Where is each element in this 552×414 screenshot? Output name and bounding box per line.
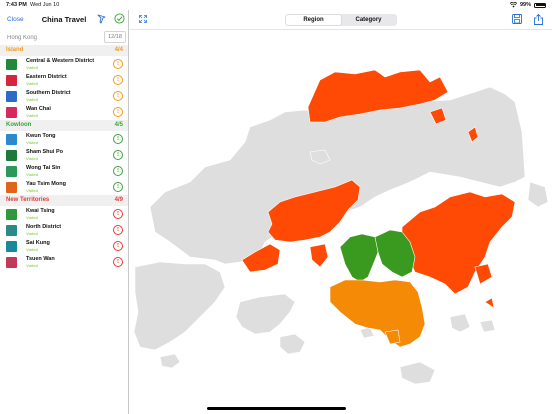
alert-icon[interactable]: ! (113, 257, 123, 267)
toolbar-divider (130, 29, 552, 30)
section-name: New Territories (6, 197, 50, 203)
alert-icon[interactable]: ! (113, 59, 123, 69)
filter-icon[interactable] (96, 14, 106, 24)
district-status-text: Visited (26, 65, 38, 70)
section-name: Island (6, 47, 24, 53)
info-icon[interactable]: ! (113, 150, 123, 160)
alert-icon[interactable]: ! (113, 91, 123, 101)
section-name: Kowloon (6, 122, 32, 128)
section-header: New Territories 4/9 (0, 195, 128, 206)
district-emblem-icon (6, 182, 17, 193)
alert-icon[interactable]: ! (113, 107, 123, 117)
list-item[interactable]: Central & Western District Visited! (0, 56, 128, 72)
district-status-text: Visited (26, 263, 38, 268)
battery-icon (534, 2, 546, 8)
district-status-text: Visited (26, 188, 38, 193)
sidebar-navbar: Close China Travel (0, 10, 128, 30)
alert-icon[interactable]: ! (113, 75, 123, 85)
section-header: Island 4/4 (0, 45, 128, 56)
district-emblem-icon (6, 166, 17, 177)
district-name: Central & Western District (26, 58, 95, 64)
district-name: Eastern District (26, 74, 67, 80)
status-date: Wed Jun 10 (30, 2, 60, 8)
list-item[interactable]: Sai Kung Visited! (0, 238, 128, 254)
district-name: Southern District (26, 90, 71, 96)
info-icon[interactable]: ! (113, 134, 123, 144)
status-time: 7:43 PM (6, 2, 27, 8)
district-emblem-icon (6, 91, 17, 102)
segment-category[interactable]: Category (341, 15, 396, 25)
status-bar: 7:43 PM Wed Jun 10 99% (0, 0, 552, 10)
info-icon[interactable]: ! (113, 166, 123, 176)
district-status-text: Visited (26, 97, 38, 102)
alert-icon[interactable]: ! (113, 209, 123, 219)
district-status-text: Visited (26, 231, 38, 236)
home-indicator (207, 407, 346, 410)
district-name: Yau Tsim Mong (26, 181, 66, 187)
region-list: Island 4/4 Central & Western District Visit… (0, 45, 128, 270)
sidebar: Close China Travel 12/18 Island 4/4 Centra… (0, 10, 129, 414)
list-item[interactable]: Southern District Visited! (0, 88, 128, 104)
district-name: Tsuen Wan (26, 256, 55, 262)
status-right: 99% (509, 2, 546, 8)
district-name: North District (26, 224, 62, 230)
district-emblem-icon (6, 257, 17, 268)
list-item[interactable]: Tsuen Wan Visited! (0, 254, 128, 270)
district-status-text: Visited (26, 247, 38, 252)
district-emblem-icon (6, 241, 17, 252)
list-item[interactable]: Kwun Tong Visited! (0, 131, 128, 147)
list-item[interactable]: North District Visited! (0, 222, 128, 238)
section-count: 4/5 (114, 122, 123, 128)
list-item[interactable]: Sham Shui Po Visited! (0, 147, 128, 163)
info-icon[interactable]: ! (113, 182, 123, 192)
nav-title: China Travel (41, 15, 87, 24)
district-emblem-icon (6, 59, 17, 70)
district-name: Kwai Tsing (26, 208, 55, 214)
section-header: Kowloon 4/5 (0, 120, 128, 131)
district-status-text: Visited (26, 140, 38, 145)
district-status-text: Visited (26, 81, 38, 86)
district-name: Sai Kung (26, 240, 50, 246)
district-emblem-icon (6, 75, 17, 86)
main-panel: Region Category (130, 10, 552, 414)
section-count: 4/9 (114, 197, 123, 203)
search-input[interactable] (4, 32, 102, 43)
district-name: Sham Shui Po (26, 149, 63, 155)
list-item[interactable]: Kwai Tsing Visited! (0, 206, 128, 222)
save-icon[interactable] (512, 14, 522, 24)
district-status-text: Visited (26, 215, 38, 220)
district-emblem-icon (6, 225, 17, 236)
expand-icon[interactable] (139, 15, 147, 23)
district-status-text: Visited (26, 172, 38, 177)
section-count: 4/4 (114, 47, 123, 53)
battery-percent: 99% (519, 2, 531, 8)
list-item[interactable]: Wan Chai Visited! (0, 104, 128, 120)
district-emblem-icon (6, 150, 17, 161)
visited-counter: 12/18 (104, 31, 126, 43)
list-item[interactable]: Eastern District Visited! (0, 72, 128, 88)
district-name: Wong Tai Sin (26, 165, 61, 171)
district-name: Kwun Tong (26, 133, 56, 139)
share-icon[interactable] (534, 14, 543, 25)
alert-icon[interactable]: ! (113, 225, 123, 235)
kowloon-districts (339, 229, 416, 283)
district-name: Wan Chai (26, 106, 51, 112)
segment-region[interactable]: Region (286, 15, 341, 25)
district-emblem-icon (6, 209, 17, 220)
list-item[interactable]: Yau Tsim Mong Visited! (0, 179, 128, 195)
district-emblem-icon (6, 107, 17, 118)
wifi-icon (509, 2, 517, 8)
district-status-text: Visited (26, 113, 38, 118)
region-category-segmented-control: Region Category (285, 14, 397, 26)
list-item[interactable]: Wong Tai Sin Visited! (0, 163, 128, 179)
check-circle-icon[interactable] (114, 13, 125, 24)
alert-icon[interactable]: ! (113, 241, 123, 251)
hong-kong-region-map[interactable] (130, 32, 552, 412)
search-row: 12/18 (0, 30, 128, 45)
district-status-text: Visited (26, 156, 38, 161)
hong-kong-island-districts (329, 279, 426, 348)
district-emblem-icon (6, 134, 17, 145)
